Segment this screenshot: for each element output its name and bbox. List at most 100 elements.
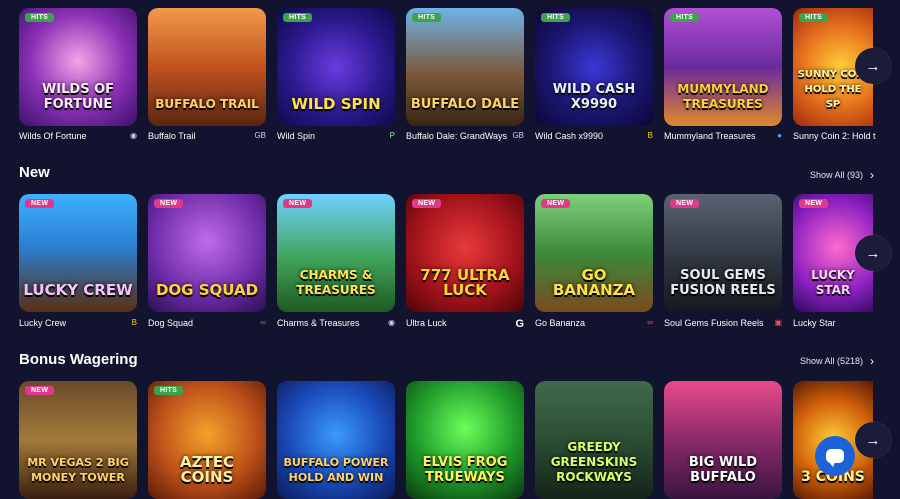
game-tile-elvis-frog[interactable]: ELVIS FROG TRUEWAYS	[406, 381, 524, 499]
provider-icon: ◉	[388, 318, 395, 327]
game-name: Lucky Crew	[19, 318, 67, 328]
game-tile-mummyland-treasures[interactable]: MUMMYLAND TREASURES HITS	[664, 8, 782, 126]
game-tile-soul-gems[interactable]: SOUL GEMS FUSION REELS NEW	[664, 194, 782, 312]
game-art-title: ELVIS FROG TRUEWAYS	[422, 455, 508, 485]
game-name: Lucky Star	[793, 318, 836, 328]
section-title: Bonus Wagering	[19, 351, 138, 368]
game-tile-buffalo-trail[interactable]: BUFFALO TRAIL	[148, 8, 266, 126]
hits-badge: HITS	[412, 13, 442, 22]
game-art-title: 777 ULTRA LUCK	[420, 266, 510, 299]
game-name: Sunny Coin 2: Hold t	[793, 131, 876, 141]
game-caption[interactable]: Wilds Of Fortune ◉	[19, 131, 137, 141]
game-tile-buffalo-power[interactable]: BUFFALO POWER HOLD AND WIN	[277, 381, 395, 499]
game-caption[interactable]: Go Bananza ∞	[535, 318, 653, 328]
game-art-title: GREEDY GREENSKINS ROCKWAYS	[550, 440, 638, 484]
show-all-label: Show All (93)	[809, 170, 863, 180]
game-tile-wild-spin[interactable]: WILD SPIN HITS	[277, 8, 395, 126]
game-name: Wild Cash x9990	[535, 131, 604, 141]
hits-badge: HITS	[154, 386, 184, 395]
game-name: Go Bananza	[535, 318, 586, 328]
game-name: Buffalo Dale: GrandWays	[406, 131, 508, 141]
game-name: Wild Spin	[277, 131, 316, 141]
section-bonus-wagering: Bonus Wagering Show All (5218) › MR VEGA…	[0, 340, 900, 499]
chat-bubble-icon	[826, 449, 844, 467]
show-all-link[interactable]: Show All (93) ›	[810, 168, 874, 182]
game-caption[interactable]: Dog Squad ∞	[148, 318, 266, 328]
game-art-title: WILD SPIN	[291, 95, 381, 113]
new-badge: NEW	[799, 199, 829, 208]
game-caption[interactable]: Buffalo Dale: GrandWays GB	[406, 131, 524, 141]
game-tile-go-bananza[interactable]: GO BANANZA NEW	[535, 194, 653, 312]
provider-icon: B	[131, 318, 137, 327]
provider-icon: ●	[777, 131, 782, 140]
arrow-right-icon: →	[865, 57, 881, 75]
game-art-title: BUFFALO POWER HOLD AND WIN	[283, 456, 389, 484]
game-art-title: CHARMS & TREASURES	[296, 268, 376, 297]
game-caption[interactable]: Wild Cash x9990 B	[535, 131, 653, 141]
new-badge: NEW	[25, 199, 55, 208]
provider-icon: G	[515, 318, 524, 328]
game-tile-aztec-coins[interactable]: AZTEC COINS HITS	[148, 381, 266, 499]
game-caption[interactable]: Mummyland Treasures ●	[664, 131, 782, 141]
game-art-title: WILD CASH X9990	[552, 82, 636, 112]
new-badge: NEW	[412, 199, 442, 208]
new-badge: NEW	[283, 199, 313, 208]
game-art-title: AZTEC COINS	[180, 453, 234, 486]
game-name: Soul Gems Fusion Reels	[664, 318, 764, 328]
hits-badge: HITS	[541, 13, 571, 22]
game-name: Buffalo Trail	[148, 131, 196, 141]
game-caption[interactable]: Lucky Star	[793, 318, 878, 328]
game-art-title: MR VEGAS 2 BIG MONEY TOWER	[27, 456, 129, 484]
game-tile-greedy-greenskins[interactable]: GREEDY GREENSKINS ROCKWAYS	[535, 381, 653, 499]
scroll-right-button[interactable]: →	[855, 48, 891, 84]
hits-badge: HITS	[799, 13, 829, 22]
game-caption[interactable]: Ultra Luck G	[406, 318, 524, 328]
game-tile-big-wild-buffalo[interactable]: BIG WILD BUFFALO	[664, 381, 782, 499]
provider-icon: ∞	[647, 318, 653, 327]
game-name: Ultra Luck	[406, 318, 447, 328]
game-tile-mr-vegas-2[interactable]: MR VEGAS 2 BIG MONEY TOWER NEW	[19, 381, 137, 499]
game-art-title: LUCKY CREW	[23, 281, 133, 299]
game-caption[interactable]: Charms & Treasures ◉	[277, 318, 395, 328]
hits-badge: HITS	[283, 13, 313, 22]
show-all-link[interactable]: Show All (5218) ›	[800, 354, 874, 368]
provider-icon: B	[647, 131, 653, 140]
game-art-title: DOG SQUAD	[155, 281, 259, 299]
game-tile-wild-cash[interactable]: WILD CASH X9990 HITS	[535, 8, 653, 126]
new-badge: NEW	[541, 199, 571, 208]
section-new: New Show All (93) › LUCKY CREW NEW Lucky…	[0, 150, 900, 340]
hits-badge: HITS	[670, 13, 700, 22]
game-caption[interactable]: Wild Spin P	[277, 131, 395, 141]
provider-icon: GB	[512, 131, 524, 140]
game-tile-lucky-crew[interactable]: LUCKY CREW NEW	[19, 194, 137, 312]
game-art-title: BUFFALO TRAIL	[155, 97, 259, 111]
game-tile-wilds-of-fortune[interactable]: WILDS OF FORTUNE HITS	[19, 8, 137, 126]
scroll-right-button[interactable]: →	[855, 235, 891, 271]
game-tile-ultra-luck[interactable]: 777 ULTRA LUCK NEW	[406, 194, 524, 312]
show-all-label: Show All (5218)	[799, 356, 863, 366]
game-caption[interactable]: Buffalo Trail GB	[148, 131, 266, 141]
game-tile-charms-treasures[interactable]: CHARMS & TREASURES NEW	[277, 194, 395, 312]
game-name: Wilds Of Fortune	[19, 131, 87, 141]
provider-icon: P	[389, 131, 395, 140]
game-caption[interactable]: Lucky Crew B	[19, 318, 137, 328]
arrow-right-icon: →	[865, 431, 881, 449]
arrow-right-icon: →	[865, 244, 881, 262]
game-tile-buffalo-dale[interactable]: BUFFALO DALE HITS	[406, 8, 524, 126]
game-art-title: MUMMYLAND TREASURES	[677, 82, 769, 111]
game-caption[interactable]: Soul Gems Fusion Reels ▣	[664, 318, 782, 328]
chevron-right-icon: ›	[870, 168, 874, 182]
provider-icon: ∞	[260, 318, 266, 327]
hits-badge: HITS	[25, 13, 55, 22]
new-badge: NEW	[25, 386, 55, 395]
game-art-title: GO BANANZA	[552, 266, 636, 299]
section-title: New	[19, 164, 50, 181]
game-tile-dog-squad[interactable]: DOG SQUAD NEW	[148, 194, 266, 312]
game-name: Dog Squad	[148, 318, 194, 328]
game-art-title: BUFFALO DALE	[410, 97, 520, 112]
new-badge: NEW	[154, 199, 184, 208]
scroll-right-button[interactable]: →	[855, 422, 891, 458]
provider-icon: ▣	[774, 318, 782, 327]
live-chat-button[interactable]	[815, 436, 855, 476]
game-caption[interactable]: Sunny Coin 2: Hold t	[793, 131, 878, 141]
